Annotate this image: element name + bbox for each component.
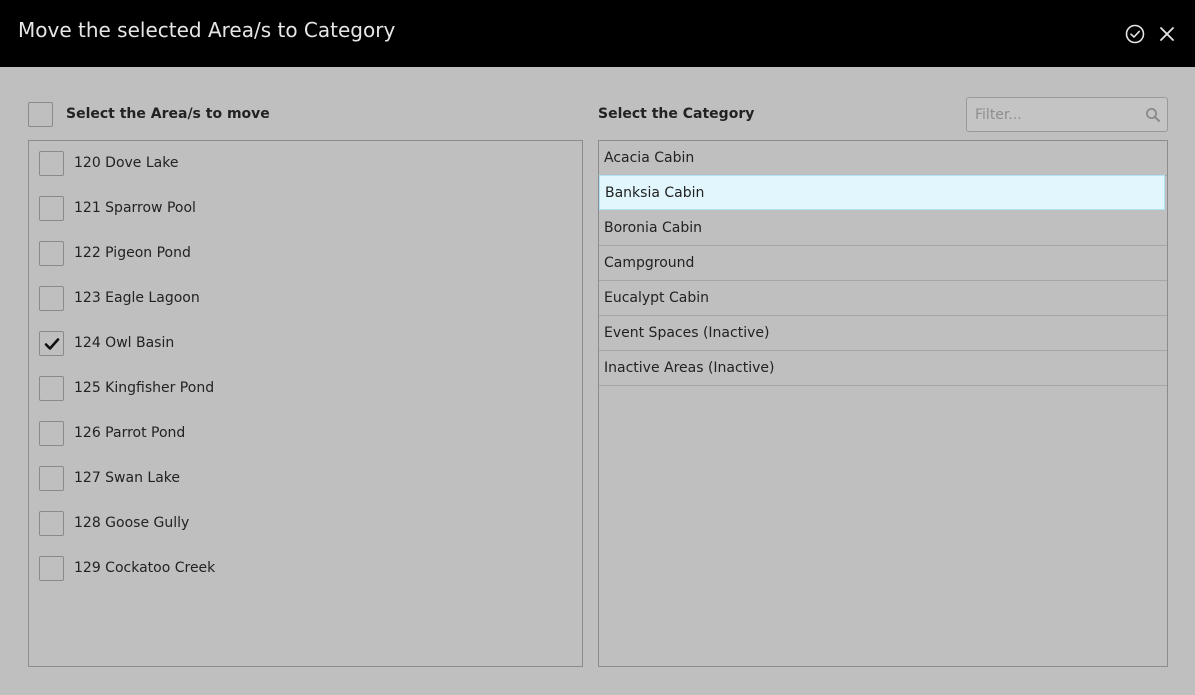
category-item[interactable]: Inactive Areas (Inactive) [599,351,1167,386]
dialog-titlebar: Move the selected Area/s to Category [0,0,1195,67]
category-item[interactable]: Event Spaces (Inactive) [599,316,1167,351]
area-item[interactable]: 123 Eagle Lagoon [39,286,339,312]
area-label: 122 Pigeon Pond [74,245,191,261]
area-item[interactable]: 120 Dove Lake [39,151,339,177]
close-icon[interactable] [1156,23,1178,45]
area-item[interactable]: 122 Pigeon Pond [39,241,339,267]
category-heading: Select the Category [598,106,755,122]
area-item[interactable]: 121 Sparrow Pool [39,196,339,222]
category-list: Acacia Cabin Banksia Cabin Boronia Cabin… [598,140,1168,667]
areas-list: 120 Dove Lake 121 Sparrow Pool 122 Pigeo… [28,140,583,667]
category-label: Campground [604,255,695,271]
area-checkbox[interactable] [39,556,64,581]
area-label: 123 Eagle Lagoon [74,290,200,306]
area-label: 121 Sparrow Pool [74,200,196,216]
category-item-selected[interactable]: Banksia Cabin [599,175,1165,210]
area-checkbox[interactable] [39,376,64,401]
category-label: Acacia Cabin [604,150,695,166]
area-label: 124 Owl Basin [74,335,175,351]
area-checkbox[interactable] [39,466,64,491]
area-checkbox[interactable] [39,196,64,221]
area-label: 128 Goose Gully [74,515,190,531]
category-label: Inactive Areas (Inactive) [604,360,775,376]
area-checkbox-checked[interactable] [39,331,64,356]
search-icon[interactable] [1145,107,1161,123]
area-item[interactable]: 125 Kingfisher Pond [39,376,339,402]
select-all-checkbox[interactable] [28,102,53,127]
area-checkbox[interactable] [39,511,64,536]
area-label: 120 Dove Lake [74,155,179,171]
category-item[interactable]: Eucalypt Cabin [599,281,1167,316]
area-item[interactable]: 127 Swan Lake [39,466,339,492]
category-label: Event Spaces (Inactive) [604,325,770,341]
category-filter [966,97,1168,132]
filter-input[interactable] [967,98,1139,131]
area-item[interactable]: 126 Parrot Pond [39,421,339,447]
area-checkbox[interactable] [39,286,64,311]
areas-heading: Select the Area/s to move [66,106,270,122]
area-checkbox[interactable] [39,241,64,266]
area-item[interactable]: 129 Cockatoo Creek [39,556,339,582]
category-label: Banksia Cabin [605,185,705,201]
area-item[interactable]: 128 Goose Gully [39,511,339,537]
category-item[interactable]: Acacia Cabin [599,141,1167,176]
check-circle-icon[interactable] [1124,23,1146,45]
area-label: 127 Swan Lake [74,470,181,486]
category-item[interactable]: Campground [599,246,1167,281]
category-label: Boronia Cabin [604,220,702,236]
area-checkbox[interactable] [39,421,64,446]
category-label: Eucalypt Cabin [604,290,709,306]
area-label: 125 Kingfisher Pond [74,380,215,396]
area-checkbox[interactable] [39,151,64,176]
area-label: 126 Parrot Pond [74,425,186,441]
area-label: 129 Cockatoo Creek [74,560,216,576]
category-item[interactable]: Boronia Cabin [599,211,1167,246]
dialog-title: Move the selected Area/s to Category [18,18,396,42]
checkmark-icon [44,338,60,350]
area-item[interactable]: 124 Owl Basin [39,331,339,357]
